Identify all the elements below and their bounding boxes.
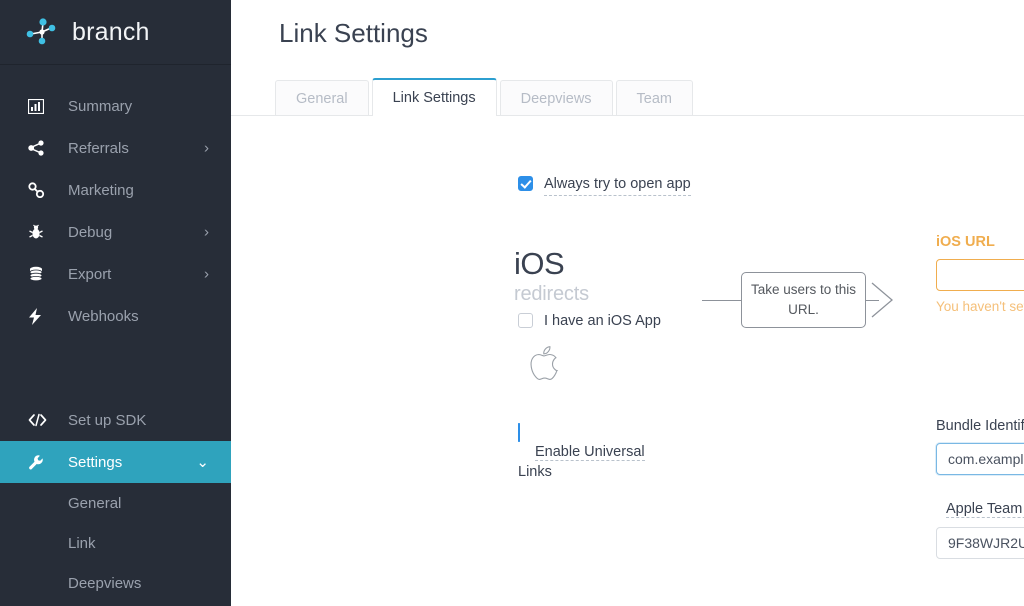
share-icon [28,140,54,156]
apple-team-id-input[interactable]: 9F38WJR2U8 [936,527,1024,559]
always-open-app-label[interactable]: Always try to open app [544,175,691,196]
bar-chart-icon [28,99,54,114]
sidebar-item-webhooks[interactable]: Webhooks [0,295,231,337]
apple-logo-icon [527,342,561,389]
universal-links-checkbox[interactable] [518,423,520,442]
bundle-identifier-label: Bundle Identifier [936,418,1024,434]
apple-team-id-label: Apple Team ID [946,501,1024,518]
wrench-icon [28,454,54,470]
sidebar: branch Summary [0,0,231,606]
sidebar-subitem-deepviews[interactable]: Deepviews [0,563,231,603]
branch-node-logo-icon [22,15,60,49]
ios-subheading-text: redirects [514,284,589,304]
main-panel: Link Settings General Link Settings Deep… [231,0,1024,606]
universal-links-label-line1: Enable Universal [535,444,645,461]
sidebar-item-label: Export [68,266,111,283]
chevron-right-icon: › [204,266,209,283]
always-open-app-row: Always try to open app [518,175,691,196]
have-ios-app-label[interactable]: I have an iOS App [544,312,661,332]
tab-deepviews[interactable]: Deepviews [500,80,613,116]
ios-section-heading: iOS redirects [514,248,589,304]
sidebar-subitem-label: Link [68,535,96,552]
sidebar-item-label: Webhooks [68,308,139,325]
bundle-identifier-field-group: Bundle Identifier com.example.ul [936,417,1024,475]
link-chain-icon [28,182,54,198]
sidebar-item-label: Summary [68,98,132,115]
sidebar-item-set-up-sdk[interactable]: Set up SDK [0,399,231,441]
universal-links-row: Enable Universal Links [518,424,648,483]
sidebar-nav: Summary Referrals › [0,65,231,603]
ios-heading-text: iOS [514,248,589,279]
tab-label: Deepviews [521,91,592,107]
sidebar-subitem-link[interactable]: Link [0,523,231,563]
sidebar-item-summary[interactable]: Summary [0,85,231,127]
settings-content: Always try to open app iOS redirects I h… [231,116,1024,606]
brand-name: branch [72,18,150,47]
flow-box-text: Take users to this URL. [748,280,859,319]
page-title: Link Settings [279,18,428,49]
apple-team-id-field-group: Apple Team ID 9F38WJR2U8 [946,500,1024,559]
database-icon [28,266,54,282]
sidebar-subitem-label: General [68,495,121,512]
tab-label: General [296,91,348,107]
always-open-app-checkbox[interactable] [518,176,533,191]
nav-spacer [0,337,231,399]
sidebar-item-label: Marketing [68,182,134,199]
bundle-identifier-input-value: com.example.ul [948,451,1024,467]
universal-links-label[interactable]: Enable Universal Links [518,442,648,483]
tab-bar: General Link Settings Deepviews Team [275,78,696,116]
sidebar-subitem-general[interactable]: General [0,483,231,523]
flow-connector-left [702,300,742,301]
apple-team-id-input-value: 9F38WJR2U8 [948,535,1024,551]
sidebar-item-label: Set up SDK [68,412,146,429]
tab-label: Link Settings [393,90,476,106]
sidebar-item-label: Referrals [68,140,129,157]
sidebar-item-label: Debug [68,224,112,241]
sidebar-subitem-label: Deepviews [68,575,141,592]
flow-box-line1: Take users to this [751,282,856,297]
app-window: branch Summary [0,0,1024,606]
flow-box-line2: URL. [788,302,819,317]
code-icon [28,413,54,427]
sidebar-item-marketing[interactable]: Marketing [0,169,231,211]
ios-url-field-group: iOS URL You haven't set your Default URL… [936,233,1024,314]
chevron-down-icon: ⌄ [196,453,209,471]
brand-header[interactable]: branch [0,0,231,65]
universal-links-label-line2: Links [518,462,552,482]
bundle-identifier-input[interactable]: com.example.ul [936,443,1024,475]
bolt-icon [28,308,54,325]
ios-url-help-text: You haven't set your Default URL. We don… [936,299,1024,314]
tab-general[interactable]: General [275,80,369,116]
chevron-right-arrow-icon [870,281,896,324]
sidebar-item-settings[interactable]: Settings ⌄ [0,441,231,483]
sidebar-item-debug[interactable]: Debug › [0,211,231,253]
tab-link-settings[interactable]: Link Settings [372,78,497,116]
sidebar-item-referrals[interactable]: Referrals › [0,127,231,169]
have-ios-app-checkbox[interactable] [518,313,533,328]
have-ios-app-row: I have an iOS App [518,312,661,332]
tab-team[interactable]: Team [616,80,693,116]
ios-url-input[interactable] [936,259,1024,291]
sidebar-item-export[interactable]: Export › [0,253,231,295]
flow-box: Take users to this URL. [741,272,866,328]
ios-url-label: iOS URL [936,234,995,250]
tab-label: Team [637,91,672,107]
chevron-right-icon: › [204,140,209,157]
chevron-right-icon: › [204,224,209,241]
bug-icon [28,224,54,240]
sidebar-item-label: Settings [68,454,122,471]
